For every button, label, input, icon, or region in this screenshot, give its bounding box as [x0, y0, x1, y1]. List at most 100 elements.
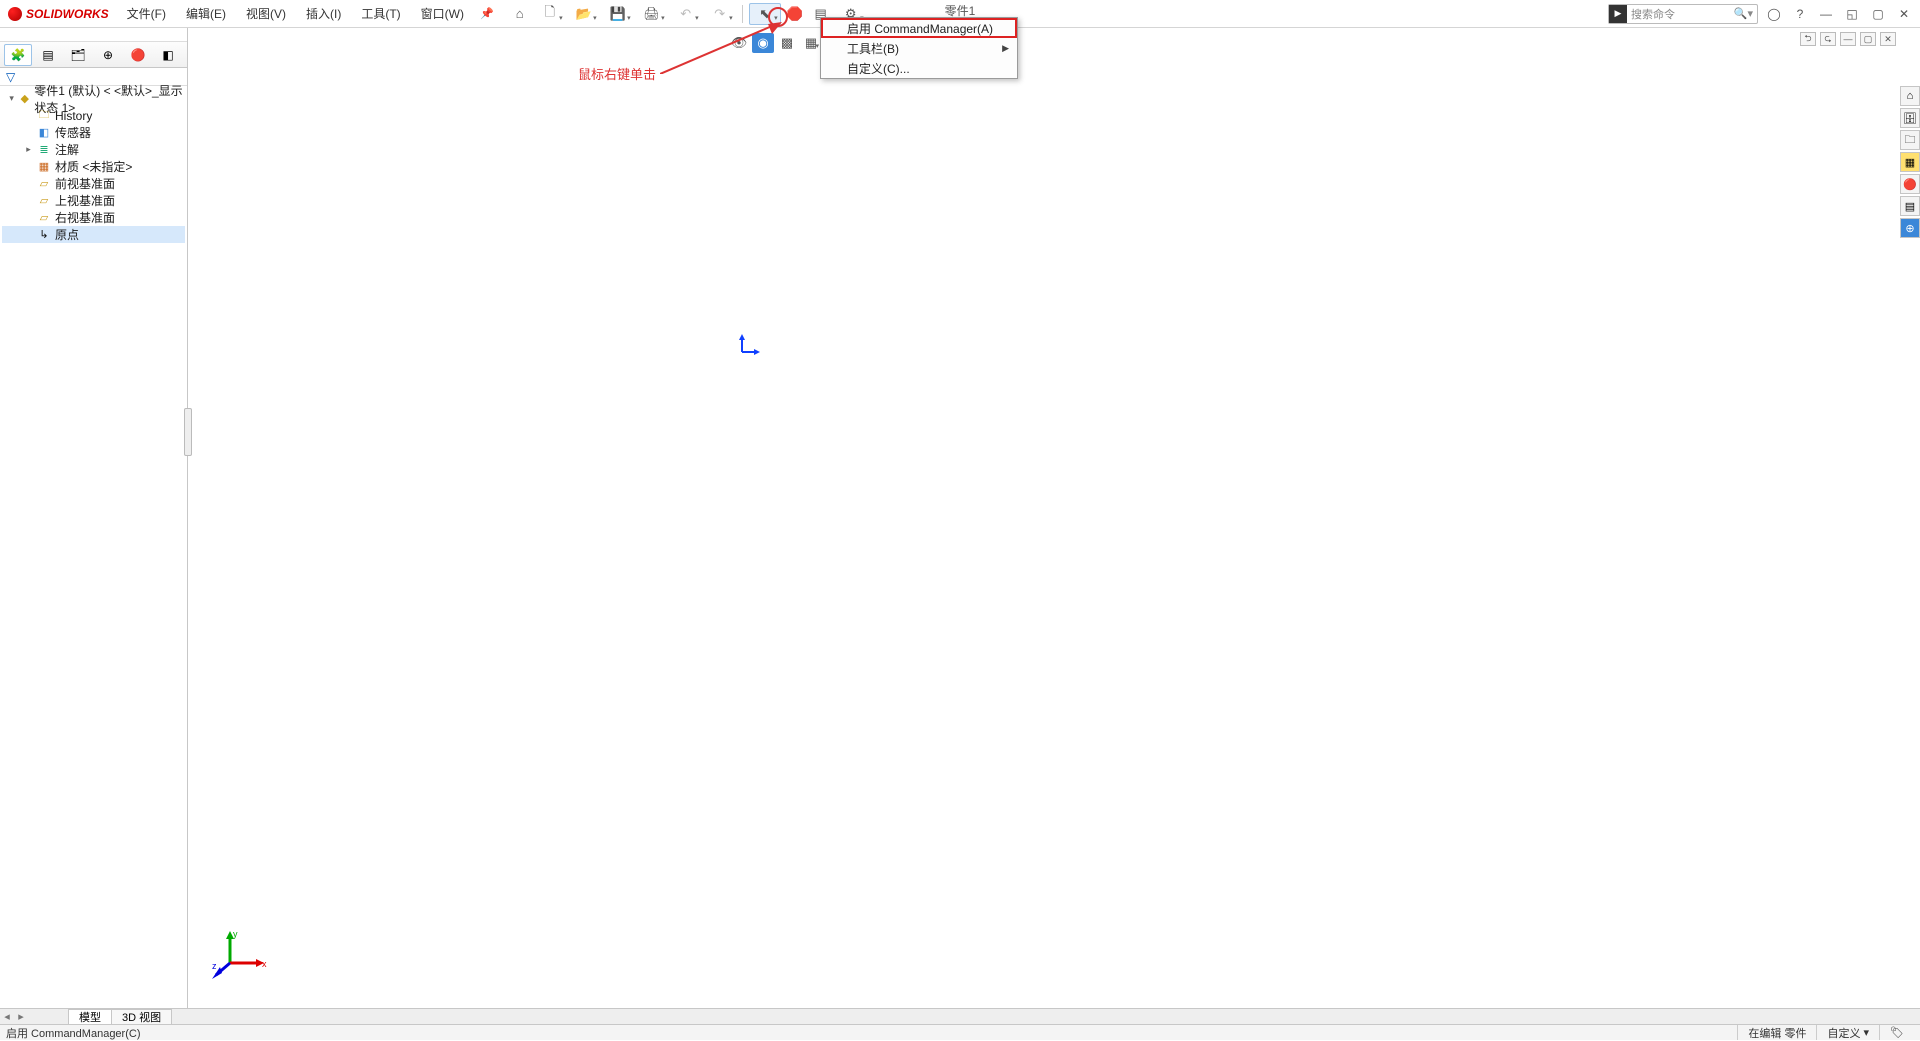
- expand-icon[interactable]: ▸: [24, 144, 33, 155]
- new-button[interactable]: 🗋: [534, 3, 566, 25]
- taskpane-explorer-icon[interactable]: 🗀: [1900, 130, 1920, 150]
- folder-icon: 🗀: [37, 109, 51, 123]
- tree-right-label: 右视基准面: [55, 209, 115, 226]
- hud-scene[interactable]: ▦: [800, 33, 822, 53]
- command-search[interactable]: ▶ 搜索命令 🔍▾: [1608, 4, 1758, 24]
- dimxpert-tab[interactable]: ⊕: [94, 44, 122, 66]
- menu-tools[interactable]: 工具(T): [351, 0, 410, 28]
- tab-scroll-right[interactable]: ▸: [14, 1010, 28, 1023]
- status-custom[interactable]: 自定义 ▾: [1816, 1025, 1879, 1040]
- feature-tree-tab[interactable]: 🧩: [4, 44, 32, 66]
- tree-top-label: 上视基准面: [55, 192, 115, 209]
- pin-menu-icon[interactable]: 📌: [480, 7, 494, 20]
- property-tab[interactable]: ▤: [34, 44, 62, 66]
- tree-origin-label: 原点: [55, 226, 79, 243]
- expand-icon[interactable]: ▾: [8, 93, 15, 104]
- display-tab[interactable]: 🔴: [124, 44, 152, 66]
- context-enable-commandmanager[interactable]: 启用 CommandManager(A): [821, 18, 1017, 38]
- home-button[interactable]: ⌂: [508, 3, 532, 25]
- taskpane-appearance-icon[interactable]: 🔴: [1900, 174, 1920, 194]
- new-icon: 🗋: [544, 3, 554, 25]
- tree-annotations[interactable]: ▸ ≣ 注解: [2, 141, 185, 158]
- open-icon: 📂: [576, 6, 592, 22]
- config-tab[interactable]: 🗂: [64, 44, 92, 66]
- run-icon: ▶: [1609, 5, 1627, 23]
- doc-prev-button[interactable]: ⮌: [1800, 32, 1816, 46]
- triad-y: y: [233, 929, 238, 939]
- feature-tree: ▾ ◆ 零件1 (默认) < <默认>_显示状态 1> 🗀 History ◧ …: [0, 86, 187, 247]
- tree-front-plane[interactable]: ▱ 前视基准面: [2, 175, 185, 192]
- tree-top-plane[interactable]: ▱ 上视基准面: [2, 192, 185, 209]
- doc-next-button[interactable]: ⮎: [1820, 32, 1836, 46]
- home-icon: ⌂: [516, 6, 524, 21]
- status-editing: 在编辑 零件: [1737, 1025, 1816, 1040]
- tree-material-label: 材质 <未指定>: [55, 158, 132, 175]
- part-icon: ◆: [19, 92, 30, 106]
- tree-sensors-label: 传感器: [55, 124, 91, 141]
- triad-x: x: [262, 959, 267, 969]
- context-customize[interactable]: 自定义(C)...: [821, 58, 1017, 78]
- ci-label: 启用 CommandManager(A): [847, 20, 993, 37]
- submenu-arrow-icon: ▶: [1002, 43, 1009, 54]
- task-pane: ⌂ 🗄 🗀 ▦ 🔴 ▤ ⊕: [1900, 86, 1920, 238]
- status-custom-label: 自定义: [1827, 1025, 1860, 1041]
- tab-scroll-left[interactable]: ◂: [0, 1010, 14, 1023]
- menu-window[interactable]: 窗口(W): [411, 0, 474, 28]
- open-button[interactable]: 📂: [568, 3, 600, 25]
- app-logo: SOLIDWORKS: [0, 7, 117, 21]
- app-brand: SOLIDWORKS: [26, 7, 109, 21]
- menu-insert[interactable]: 插入(I): [296, 0, 351, 28]
- graphics-viewport[interactable]: ⮌ ⮎ — ▢ ✕ y x z: [188, 28, 1900, 1012]
- doc-min-button[interactable]: —: [1840, 32, 1856, 46]
- tree-origin[interactable]: ↳ 原点: [2, 226, 185, 243]
- menu-edit[interactable]: 编辑(E): [176, 0, 236, 28]
- undo-button[interactable]: ↶: [670, 3, 702, 25]
- hud-view-orientation[interactable]: ◉: [752, 33, 774, 53]
- tree-root[interactable]: ▾ ◆ 零件1 (默认) < <默认>_显示状态 1>: [2, 90, 185, 107]
- context-toolbars[interactable]: 工具栏(B) ▶: [821, 38, 1017, 58]
- menu-view[interactable]: 视图(V): [236, 0, 296, 28]
- panel-splitter-handle[interactable]: [184, 408, 192, 456]
- plane-icon: ▱: [37, 211, 51, 225]
- maximize-button[interactable]: ▢: [1868, 4, 1888, 24]
- annotation-text: 鼠标右键单击: [578, 64, 656, 83]
- taskpane-library-icon[interactable]: 🗄: [1900, 108, 1920, 128]
- hud-visibility-icon[interactable]: 👁: [728, 33, 750, 53]
- undo-icon: ↶: [680, 6, 691, 22]
- doc-max-button[interactable]: ▢: [1860, 32, 1876, 46]
- ci-label: 工具栏(B): [847, 40, 899, 57]
- taskpane-home-icon[interactable]: ⌂: [1900, 86, 1920, 106]
- tab-model[interactable]: 模型: [68, 1009, 112, 1025]
- doc-window-buttons: ⮌ ⮎ — ▢ ✕: [1800, 32, 1896, 46]
- toolbar-separator: [742, 5, 743, 23]
- user-icon[interactable]: ◯: [1764, 4, 1784, 24]
- doc-close-button[interactable]: ✕: [1880, 32, 1896, 46]
- menu-file[interactable]: 文件(F): [117, 0, 176, 28]
- panel-grip[interactable]: [0, 28, 187, 42]
- orientation-triad[interactable]: y x z: [212, 929, 272, 984]
- save-button[interactable]: 💾: [602, 3, 634, 25]
- sensor-icon: ◧: [37, 126, 51, 140]
- extra-tab[interactable]: ◧: [154, 44, 182, 66]
- tab-3d-view[interactable]: 3D 视图: [111, 1009, 172, 1025]
- tab-model-label: 模型: [79, 1012, 101, 1024]
- status-bar: 启用 CommandManager(C) 在编辑 零件 自定义 ▾ 🏷: [0, 1024, 1920, 1040]
- manager-tabs: 🧩 ▤ 🗂 ⊕ 🔴 ◧: [0, 42, 187, 68]
- redo-button[interactable]: ↷: [704, 3, 736, 25]
- taskpane-view-icon[interactable]: ▦: [1900, 152, 1920, 172]
- print-button[interactable]: 🖨: [636, 3, 668, 25]
- tree-right-plane[interactable]: ▱ 右视基准面: [2, 209, 185, 226]
- tree-material[interactable]: ▦ 材质 <未指定>: [2, 158, 185, 175]
- taskpane-properties-icon[interactable]: ▤: [1900, 196, 1920, 216]
- main-menu: 文件(F) 编辑(E) 视图(V) 插入(I) 工具(T) 窗口(W): [117, 0, 474, 28]
- restore-button[interactable]: ◱: [1842, 4, 1862, 24]
- tree-sensors[interactable]: ◧ 传感器: [2, 124, 185, 141]
- taskpane-forum-icon[interactable]: ⊕: [1900, 218, 1920, 238]
- annotation-icon: ≣: [37, 143, 51, 157]
- help-icon[interactable]: ?: [1790, 4, 1810, 24]
- hud-display-style[interactable]: ▩: [776, 33, 798, 53]
- ci-label: 自定义(C)...: [847, 60, 910, 77]
- status-tag-icon[interactable]: 🏷: [1879, 1025, 1914, 1040]
- close-button[interactable]: ✕: [1894, 4, 1914, 24]
- minimize-button[interactable]: —: [1816, 4, 1836, 24]
